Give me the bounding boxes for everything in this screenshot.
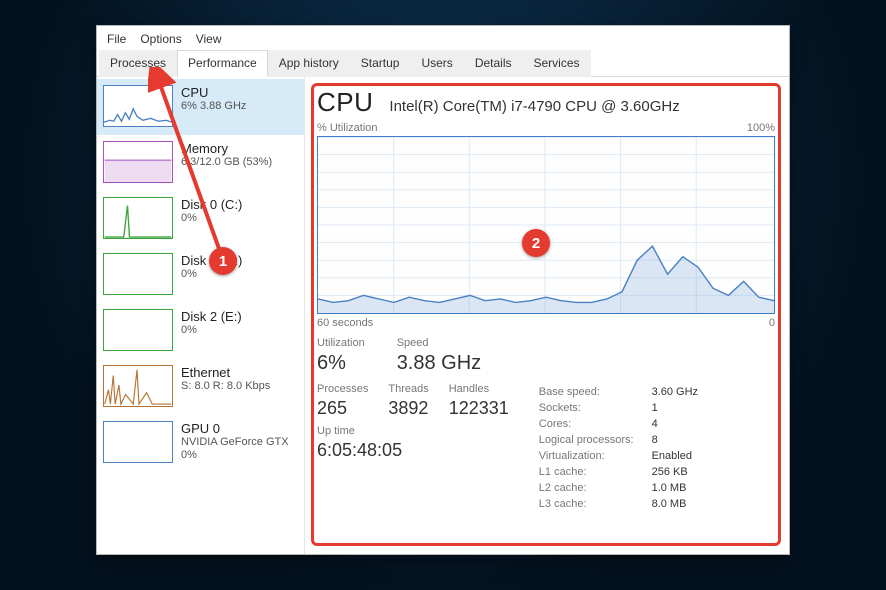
chart-y-label: % Utilization [317,122,378,134]
table-row: L3 cache:8.0 MB [539,497,698,511]
processes-value: 265 [317,398,368,419]
threads-label: Threads [388,383,428,395]
tab-users[interactable]: Users [410,50,463,77]
sidebar-item-disk1[interactable]: Disk 1 (D:) 0% [97,247,304,303]
sidebar-item-label: Disk 0 (C:) [181,197,298,212]
tab-performance[interactable]: Performance [177,50,268,77]
tab-strip: Processes Performance App history Startu… [97,49,789,77]
sidebar-item-label: Disk 2 (E:) [181,309,298,324]
chart-x-right: 0 [769,317,775,329]
sidebar-item-label: CPU [181,85,298,100]
table-row: Cores:4 [539,417,698,431]
sidebar-item-label: GPU 0 [181,421,298,436]
memory-thumb-icon [103,141,173,183]
task-manager-window: File Options View Processes Performance … [96,25,790,555]
tab-processes[interactable]: Processes [99,50,177,77]
disk-thumb-icon [103,309,173,351]
sidebar-item-gpu0[interactable]: GPU 0 NVIDIA GeForce GTX 0% [97,415,304,471]
sidebar-item-sub: 0% [181,212,298,225]
cpu-model-name: Intel(R) Core(TM) i7-4790 CPU @ 3.60GHz [389,98,679,115]
sidebar-item-sub: 0% [181,268,298,281]
table-row: L1 cache:256 KB [539,465,698,479]
sidebar-item-ethernet[interactable]: Ethernet S: 8.0 R: 8.0 Kbps [97,359,304,415]
uptime-label: Up time [317,425,509,437]
disk-thumb-icon [103,197,173,239]
table-row: Virtualization:Enabled [539,449,698,463]
menu-options[interactable]: Options [140,32,181,46]
table-row: Logical processors:8 [539,433,698,447]
sidebar-item-sub: 6.3/12.0 GB (53%) [181,156,298,169]
tab-services[interactable]: Services [523,50,591,77]
sidebar-item-sub: 0% [181,324,298,337]
sidebar-item-label: Memory [181,141,298,156]
utilization-label: Utilization [317,337,365,349]
table-row: Sockets:1 [539,401,698,415]
sidebar-item-disk0[interactable]: Disk 0 (C:) 0% [97,191,304,247]
sidebar-item-disk2[interactable]: Disk 2 (E:) 0% [97,303,304,359]
tab-startup[interactable]: Startup [350,50,411,77]
processes-label: Processes [317,383,368,395]
tab-app-history[interactable]: App history [268,50,350,77]
chart-x-left: 60 seconds [317,317,373,329]
handles-label: Handles [449,383,509,395]
cpu-thumb-icon [103,85,173,127]
tab-details[interactable]: Details [464,50,523,77]
uptime-value: 6:05:48:05 [317,440,509,461]
gpu-thumb-icon [103,421,173,463]
sidebar-item-label: Disk 1 (D:) [181,253,298,268]
menu-view[interactable]: View [196,32,222,46]
speed-value: 3.88 GHz [397,352,481,375]
cpu-detail-panel: CPU Intel(R) Core(TM) i7-4790 CPU @ 3.60… [305,77,789,554]
cpu-spec-table: Base speed:3.60 GHz Sockets:1 Cores:4 Lo… [537,383,700,513]
disk-thumb-icon [103,253,173,295]
chart-y-max: 100% [747,122,775,134]
sidebar-item-memory[interactable]: Memory 6.3/12.0 GB (53%) [97,135,304,191]
ethernet-thumb-icon [103,365,173,407]
utilization-value: 6% [317,352,365,375]
sidebar-item-sub: NVIDIA GeForce GTX 0% [181,436,298,462]
threads-value: 3892 [388,398,428,419]
handles-value: 122331 [449,398,509,419]
menu-file[interactable]: File [107,32,126,46]
table-row: L2 cache:1.0 MB [539,481,698,495]
sidebar-item-label: Ethernet [181,365,298,380]
sidebar-item-cpu[interactable]: CPU 6% 3.88 GHz [97,79,304,135]
speed-label: Speed [397,337,481,349]
cpu-heading: CPU [317,87,373,118]
table-row: Base speed:3.60 GHz [539,385,698,399]
performance-sidebar: CPU 6% 3.88 GHz Memory 6.3/12.0 GB (53%) [97,77,305,554]
sidebar-item-sub: 6% 3.88 GHz [181,100,298,113]
cpu-utilization-chart[interactable] [317,136,775,314]
sidebar-item-sub: S: 8.0 R: 8.0 Kbps [181,380,298,393]
menu-bar: File Options View [97,26,789,49]
